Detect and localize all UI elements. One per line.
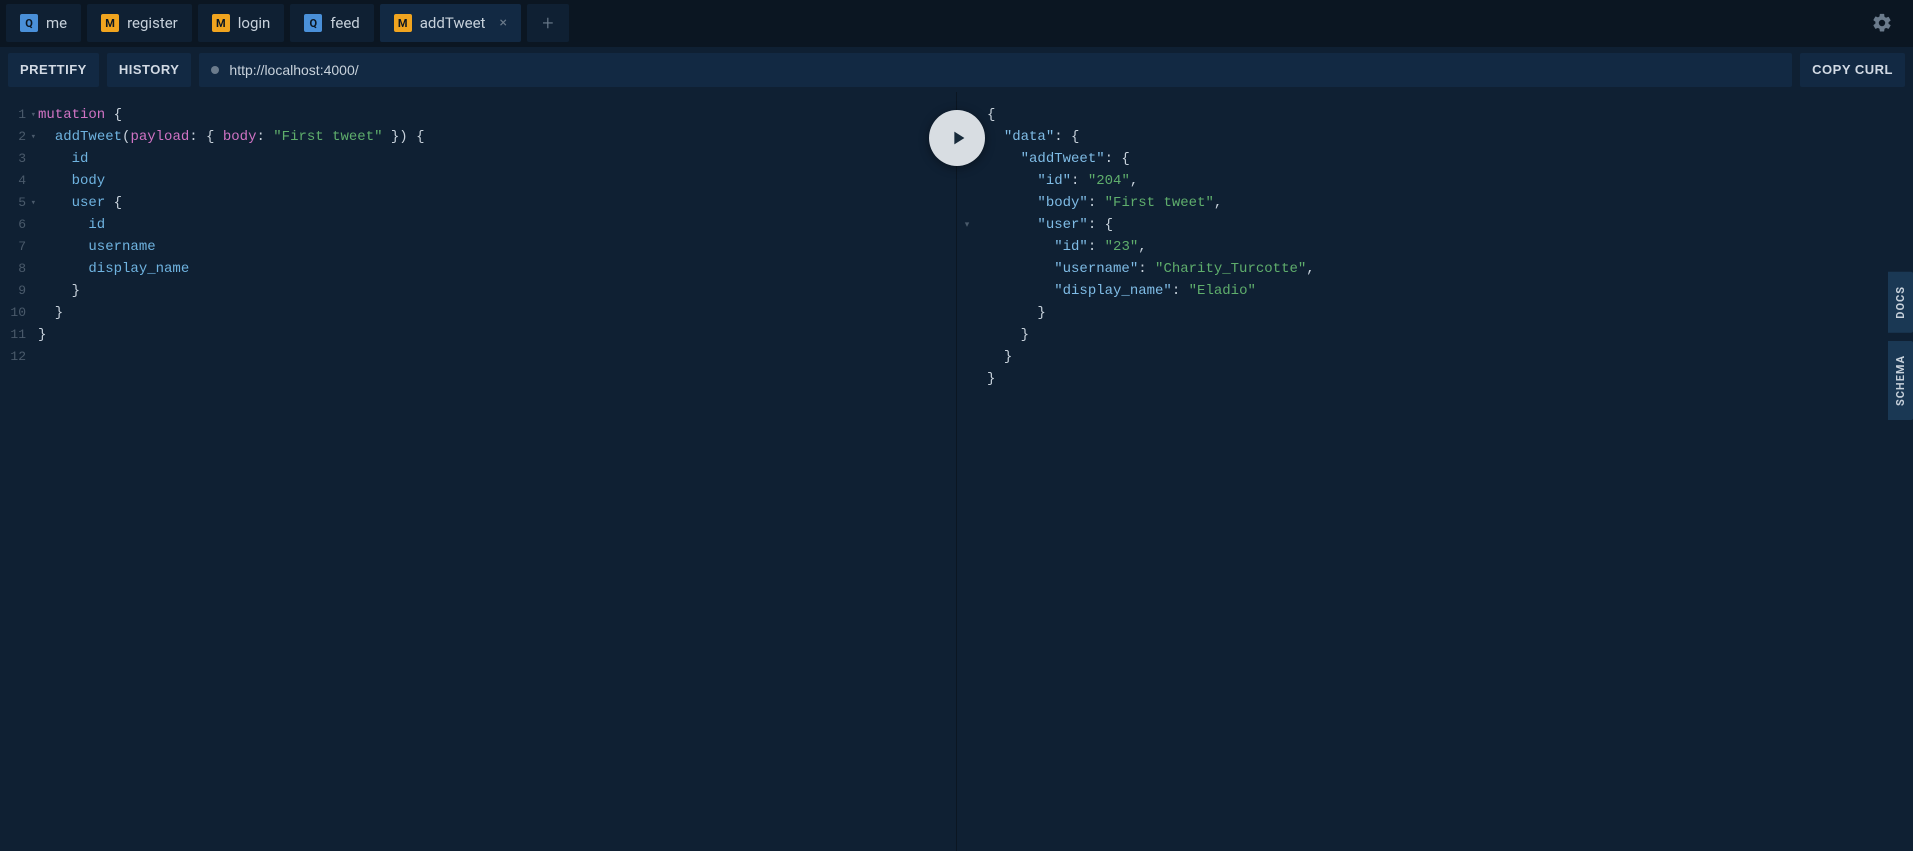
editor-area: 1▾ 2▾ 34 5▾ 678 9101112 mutation { addTw… — [0, 92, 1913, 851]
execute-button[interactable] — [929, 110, 985, 166]
side-rail: DOCS SCHEMA — [1888, 272, 1913, 420]
history-button[interactable]: HISTORY — [107, 53, 192, 87]
tab-label: me — [46, 14, 67, 32]
status-dot-icon — [211, 66, 219, 74]
docs-button[interactable]: DOCS — [1888, 272, 1913, 333]
toolbar: PRETTIFY HISTORY COPY CURL — [0, 46, 1913, 92]
play-icon — [947, 127, 969, 149]
query-badge-icon: Q — [304, 14, 322, 32]
endpoint-field[interactable] — [199, 53, 1792, 87]
tab-label: register — [127, 14, 178, 32]
mutation-badge-icon: M — [101, 14, 119, 32]
gear-icon — [1871, 12, 1893, 34]
query-code[interactable]: mutation { addTweet(payload: { body: "Fi… — [36, 92, 956, 851]
tab-feed[interactable]: Q feed — [290, 4, 373, 42]
tab-addtweet[interactable]: M addTweet × — [380, 4, 521, 42]
schema-button[interactable]: SCHEMA — [1888, 341, 1913, 420]
response-viewer[interactable]: ▾▾▾ ▾ { "data": { "addTweet": { "id": "2… — [957, 92, 1913, 851]
tab-label: login — [238, 14, 271, 32]
endpoint-input[interactable] — [229, 62, 1780, 78]
prettify-button[interactable]: PRETTIFY — [8, 53, 99, 87]
mutation-badge-icon: M — [212, 14, 230, 32]
response-code: { "data": { "addTweet": { "id": "204", "… — [985, 92, 1913, 851]
copy-curl-button[interactable]: COPY CURL — [1800, 53, 1905, 87]
tab-register[interactable]: M register — [87, 4, 192, 42]
new-tab-button[interactable]: + — [527, 4, 569, 42]
tab-label: feed — [330, 14, 359, 32]
line-gutter: 1▾ 2▾ 34 5▾ 678 9101112 — [0, 92, 32, 851]
fold-gutter: ▾▾▾ ▾ — [957, 92, 977, 851]
tab-me[interactable]: Q me — [6, 4, 81, 42]
query-badge-icon: Q — [20, 14, 38, 32]
tab-label: addTweet — [420, 14, 486, 32]
settings-button[interactable] — [1857, 0, 1907, 46]
tab-login[interactable]: M login — [198, 4, 285, 42]
plus-icon: + — [542, 11, 553, 35]
tab-strip: Q me M register M login Q feed M addTwee… — [0, 0, 1913, 46]
close-icon[interactable]: × — [499, 15, 506, 31]
mutation-badge-icon: M — [394, 14, 412, 32]
query-editor[interactable]: 1▾ 2▾ 34 5▾ 678 9101112 mutation { addTw… — [0, 92, 957, 851]
